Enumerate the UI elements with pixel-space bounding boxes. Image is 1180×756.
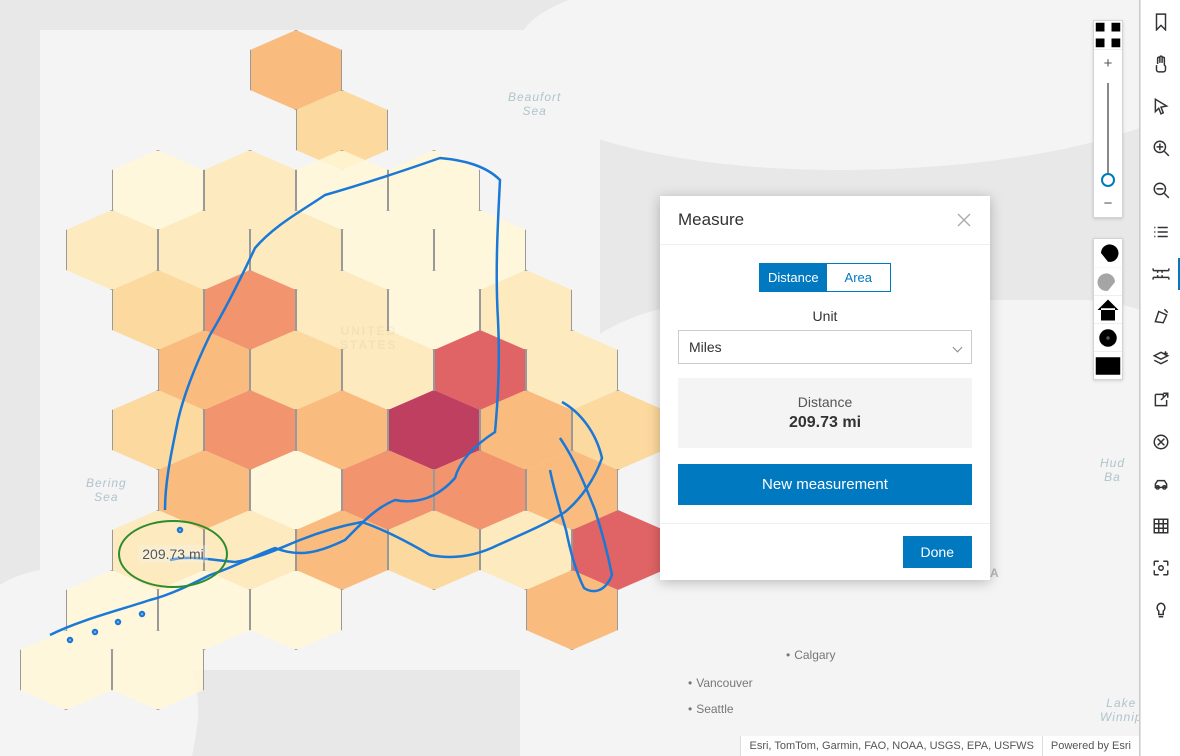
chevron-down-icon <box>953 342 963 352</box>
share-icon[interactable] <box>1149 388 1173 412</box>
pan-hand-icon[interactable] <box>1149 52 1173 76</box>
nav-control-group <box>1093 238 1123 380</box>
measure-mode-distance[interactable]: Distance <box>760 264 827 291</box>
lake-label-winnipeg: Lake Winnip <box>1100 696 1140 725</box>
list-icon[interactable] <box>1149 220 1173 244</box>
measure-panel-title: Measure <box>678 210 744 230</box>
redo-button[interactable] <box>1094 267 1122 295</box>
unit-label: Unit <box>678 308 972 324</box>
city-label-calgary: Calgary <box>786 648 836 662</box>
locate-button[interactable] <box>1094 323 1122 351</box>
zoom-out-button[interactable]: − <box>1094 189 1122 217</box>
map-canvas[interactable]: Beaufort Sea Bering Sea Hud Ba Lake Winn… <box>0 0 1140 756</box>
close-icon[interactable] <box>956 212 972 228</box>
undo-button[interactable] <box>1094 239 1122 267</box>
zoom-slider[interactable] <box>1107 83 1109 183</box>
tip-icon[interactable] <box>1149 598 1173 622</box>
city-label-seattle: Seattle <box>688 702 734 716</box>
new-measurement-button[interactable]: New measurement <box>678 464 972 505</box>
home-extent-button[interactable] <box>1094 295 1122 323</box>
measure-result-label: Distance <box>694 394 956 410</box>
zoom-slider-handle[interactable] <box>1101 173 1115 187</box>
basemap-car-icon[interactable] <box>1149 472 1173 496</box>
measure-result: Distance 209.73 mi <box>678 378 972 448</box>
right-toolbar <box>1140 0 1180 756</box>
unit-select[interactable]: Miles <box>678 330 972 364</box>
zoom-in-button[interactable]: + <box>1094 49 1122 77</box>
edit-polygon-icon[interactable] <box>1149 304 1173 328</box>
grid-icon[interactable] <box>1149 514 1173 538</box>
city-label-vancouver: Vancouver <box>688 676 753 690</box>
zoom-in-icon[interactable] <box>1149 136 1173 160</box>
measure-panel: Measure Distance Area Unit Miles Distanc… <box>660 196 990 580</box>
attribution-bar: Esri, TomTom, Garmin, FAO, NOAA, USGS, E… <box>740 736 1139 756</box>
sea-label-bering: Bering Sea <box>86 476 127 505</box>
zoom-out-icon[interactable] <box>1149 178 1173 202</box>
select-icon[interactable] <box>1149 556 1173 580</box>
unit-select-value: Miles <box>689 339 722 355</box>
done-button[interactable]: Done <box>903 536 972 568</box>
bookmark-icon[interactable] <box>1149 10 1173 34</box>
fullscreen-button[interactable] <box>1094 351 1122 379</box>
zoom-control: + − <box>1093 20 1123 218</box>
sea-label-beaufort: Beaufort Sea <box>508 90 561 119</box>
add-layer-icon[interactable] <box>1149 346 1173 370</box>
basemap-gallery-icon[interactable] <box>1094 21 1122 49</box>
bay-label-hudson: Hud Ba <box>1100 456 1125 485</box>
attribution-sources: Esri, TomTom, Garmin, FAO, NOAA, USGS, E… <box>740 736 1041 756</box>
measure-mode-segment: Distance Area <box>759 263 891 292</box>
clear-icon[interactable] <box>1149 430 1173 454</box>
measure-icon[interactable] <box>1149 262 1173 286</box>
cursor-icon[interactable] <box>1149 94 1173 118</box>
measure-mode-area[interactable]: Area <box>827 264 890 291</box>
measure-result-value: 209.73 mi <box>694 414 956 432</box>
attribution-powered[interactable]: Powered by Esri <box>1042 736 1139 756</box>
country-label-fragment: A <box>990 566 1001 580</box>
